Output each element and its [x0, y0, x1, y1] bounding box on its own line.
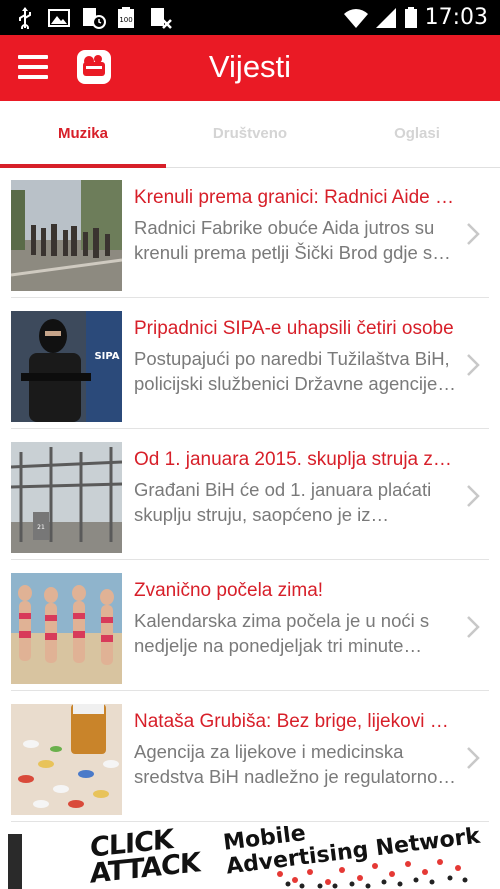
divider: [11, 428, 489, 429]
article-title: Krenuli prema granici: Radnici Aide u pr…: [134, 187, 456, 208]
usb-icon: [19, 7, 31, 29]
list-item[interactable]: SIPA Pripadnici SIPA-e uhapsili četiri o…: [0, 299, 500, 429]
list-item[interactable]: Zvanično počela zima! Kalendarska zima p…: [0, 561, 500, 691]
clock-time: 17:03: [424, 5, 488, 30]
article-summary: Građani BiH će od 1. januara plaćati sku…: [134, 479, 432, 525]
article-summary: Kalendarska zima počela je u noći s nedj…: [134, 610, 430, 656]
divider: [11, 690, 489, 691]
page-title: Vijesti: [208, 49, 292, 84]
tab-oglasi[interactable]: Oglasi: [334, 101, 500, 167]
chevron-right-icon: [467, 354, 480, 376]
article-thumbnail: [11, 573, 122, 684]
list-item[interactable]: Nataša Grubiša: Bez brige, lijekovi u ap…: [0, 692, 500, 822]
article-thumbnail: SIPA: [11, 311, 122, 422]
image-icon: [48, 9, 70, 27]
app-toolbar: Vijesti: [0, 35, 500, 101]
battery-100-icon: 100: [118, 7, 134, 28]
article-summary: Agencija za lijekove i medicinska sredst…: [134, 741, 438, 787]
tab-bar: Muzika Društveno Oglasi: [0, 101, 500, 168]
svg-text:21: 21: [37, 524, 45, 531]
chevron-right-icon: [467, 485, 480, 507]
clock-document-icon: [83, 8, 106, 29]
sim-x-icon: [151, 8, 172, 29]
article-thumbnail: [11, 704, 122, 815]
ad-partial-thumbnail: [8, 834, 22, 889]
status-bar: 100 17:03: [0, 0, 500, 35]
divider: [11, 297, 489, 298]
divider: [11, 821, 489, 822]
article-title: Pripadnici SIPA-e uhapsili četiri osobe: [134, 318, 454, 339]
tab-muzika[interactable]: Muzika: [0, 101, 166, 167]
divider: [11, 559, 489, 560]
article-summary: Postupajući po naredbi Tužilaštva BiH, p…: [134, 348, 450, 394]
chevron-right-icon: [467, 747, 480, 769]
article-thumbnail: [11, 180, 122, 291]
chevron-right-icon: [467, 616, 480, 638]
chevron-right-icon: [467, 223, 480, 245]
article-title: Od 1. januara 2015. skuplja struja za gr…: [134, 449, 456, 470]
article-title: Nataša Grubiša: Bez brige, lijekovi u ap…: [134, 711, 456, 732]
tab-drustveno[interactable]: Društveno: [167, 101, 333, 167]
ad-banner[interactable]: CLICK ATTACK Mobile Advertising Network: [0, 826, 500, 889]
article-thumbnail: 21: [11, 442, 122, 553]
battery-icon: [405, 7, 417, 28]
article-title: Zvanično počela zima!: [134, 580, 324, 601]
signal-icon: [376, 8, 396, 28]
list-item[interactable]: 21 Od 1. januara 2015. skuplja struja za…: [0, 430, 500, 560]
svg-text:SIPA: SIPA: [94, 351, 119, 362]
svg-text:100: 100: [119, 16, 132, 24]
wifi-icon: [344, 9, 368, 28]
list-item[interactable]: Krenuli prema granici: Radnici Aide u pr…: [0, 168, 500, 298]
article-summary: Radnici Fabrike obuće Aida jutros su kre…: [134, 217, 443, 263]
ad-brand-logo: CLICK ATTACK: [90, 826, 200, 889]
